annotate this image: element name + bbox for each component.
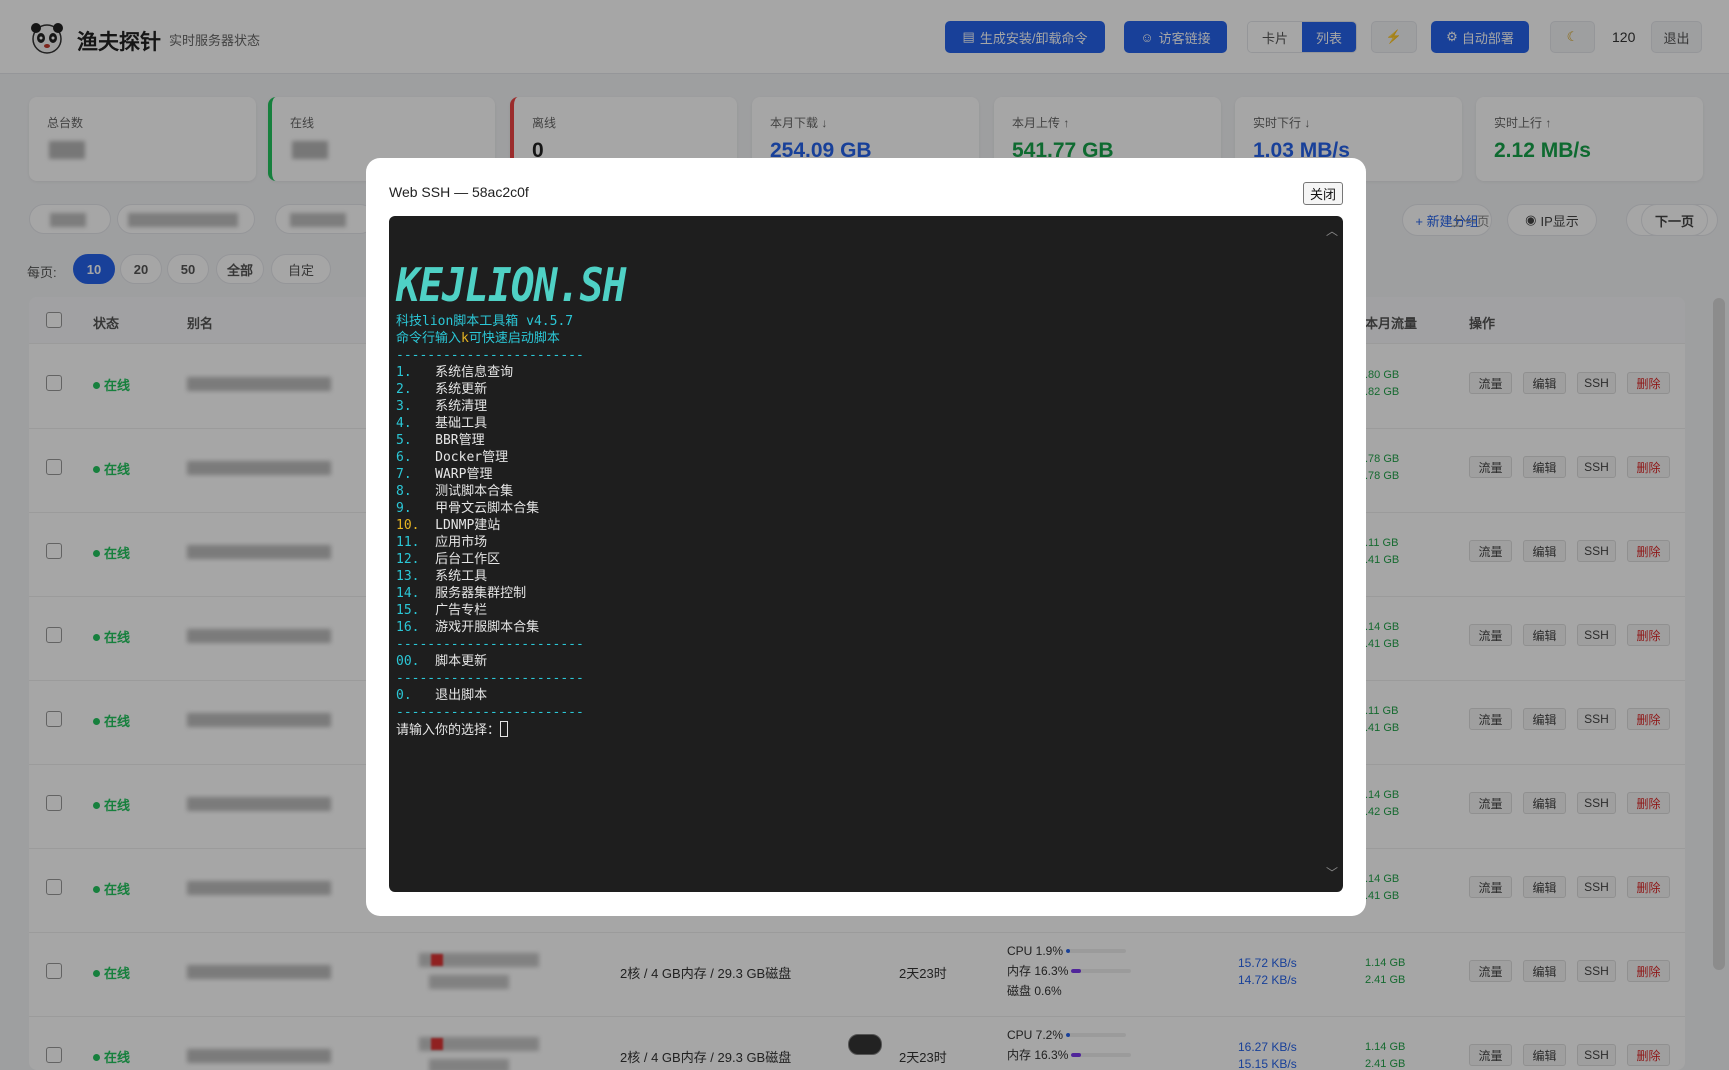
close-button[interactable]: 关闭 <box>1303 182 1343 205</box>
menu-item-label: 系统信息查询 <box>435 365 514 380</box>
menu-item-number: 10. <box>396 518 420 533</box>
menu-item-label: WARP管理 <box>435 467 493 482</box>
menu-item-label: 系统更新 <box>435 382 488 397</box>
terminal-output: KEJLION.SH 科技lion脚本工具箱 v4.5.7 命令行输入k可快速启动… <box>396 244 663 739</box>
menu-item-number: 9. <box>396 501 412 516</box>
menu-list: 1. 系统信息查询 2. 系统更新 3. 系统清理 4. 基础工具 5. BBR… <box>396 365 539 635</box>
menu-item-number: 1. <box>396 365 412 380</box>
menu-item-label: 测试脚本合集 <box>435 484 514 499</box>
scroll-up-icon[interactable]: ︿ <box>1326 222 1338 239</box>
menu-item-number: 6. <box>396 450 412 465</box>
menu-item-number: 8. <box>396 484 412 499</box>
menu-item-number: 4. <box>396 416 412 431</box>
menu-item-number: 13. <box>396 569 420 584</box>
menu-item-number: 2. <box>396 382 412 397</box>
menu-item-label: 应用市场 <box>435 535 488 550</box>
menu-item-label: 系统工具 <box>435 569 488 584</box>
menu-item-label: 广告专栏 <box>435 603 488 618</box>
separator: ------------------------ <box>396 671 584 686</box>
menu-item-number: 16. <box>396 620 420 635</box>
menu-item-label: Docker管理 <box>435 450 509 465</box>
menu-item-number: 5. <box>396 433 412 448</box>
prompt: 请输入你的选择： <box>396 723 501 738</box>
floating-pill[interactable] <box>848 1034 882 1055</box>
terminal-screen[interactable]: ︿ ﹀ KEJLION.SH 科技lion脚本工具箱 v4.5.7 命令行输入k可… <box>389 216 1343 892</box>
menu-item-label: 游戏开服脚本合集 <box>435 620 540 635</box>
scroll-down-icon[interactable]: ﹀ <box>1326 864 1338 881</box>
hint-line: 命令行输入k可快速启动脚本 <box>396 331 560 346</box>
exit-label: 退出脚本 <box>435 688 488 703</box>
menu-item-number: 12. <box>396 552 420 567</box>
menu-item-number: 7. <box>396 467 412 482</box>
menu-item-label: 基础工具 <box>435 416 488 431</box>
update-label: 脚本更新 <box>435 654 488 669</box>
terminal-cursor <box>500 721 509 737</box>
menu-item-label: BBR管理 <box>435 433 485 448</box>
menu-item-label: LDNMP建站 <box>435 518 501 533</box>
separator: ------------------------ <box>396 637 584 652</box>
banner-ascii: KEJLION.SH <box>396 258 626 312</box>
menu-item-number: 15. <box>396 603 420 618</box>
menu-item-number: 11. <box>396 535 420 550</box>
exit-no: 0. <box>396 688 412 703</box>
separator: ------------------------ <box>396 705 584 720</box>
update-no: 00. <box>396 654 420 669</box>
menu-item-number: 14. <box>396 586 420 601</box>
menu-item-label: 系统清理 <box>435 399 488 414</box>
menu-item-label: 服务器集群控制 <box>435 586 527 601</box>
menu-item-label: 甲骨文云脚本合集 <box>435 501 540 516</box>
web-ssh-modal: Web SSH — 58ac2c0f 关闭 ︿ ﹀ KEJLION.SH 科技li… <box>366 158 1366 916</box>
menu-item-number: 3. <box>396 399 412 414</box>
separator: ------------------------ <box>396 348 584 363</box>
menu-item-label: 后台工作区 <box>435 552 501 567</box>
modal-title: Web SSH — 58ac2c0f <box>389 184 529 200</box>
tool-version-line: 科技lion脚本工具箱 v4.5.7 <box>396 314 574 329</box>
